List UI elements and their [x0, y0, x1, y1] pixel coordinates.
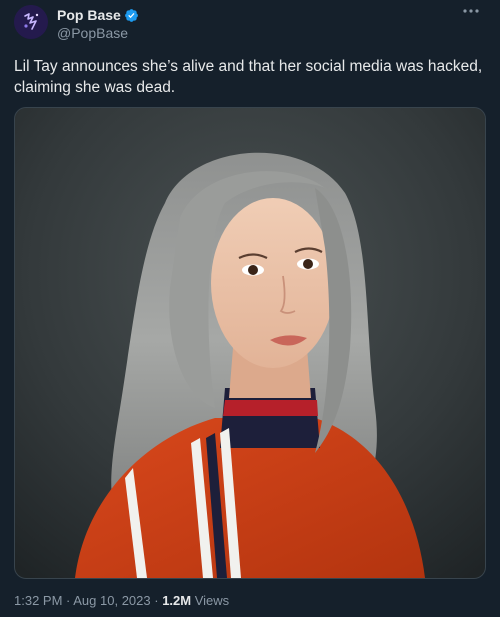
tweet-time[interactable]: 1:32 PM	[14, 593, 62, 608]
portrait-photo	[15, 108, 485, 578]
avatar[interactable]	[14, 5, 48, 39]
author-handle[interactable]: @PopBase	[57, 24, 128, 42]
tweet-meta: 1:32 PM · Aug 10, 2023 · 1.2M Views	[14, 592, 229, 610]
views-label: Views	[194, 593, 230, 608]
author-name-row[interactable]: Pop Base	[57, 6, 139, 24]
pop-base-logo-icon	[14, 5, 48, 39]
more-options-icon[interactable]	[460, 3, 482, 19]
tweet-date[interactable]: Aug 10, 2023	[73, 593, 150, 608]
meta-separator: ·	[62, 593, 74, 608]
author-display-name[interactable]: Pop Base	[57, 6, 121, 24]
meta-separator: ·	[150, 593, 163, 608]
tweet-text: Lil Tay announces she’s alive and that h…	[14, 58, 483, 96]
views-count[interactable]: 1.2M	[162, 593, 191, 608]
verified-badge-icon	[124, 8, 138, 22]
tweet-media-image[interactable]	[14, 107, 486, 579]
tweet-card: Pop Base @PopBase Lil Tay announces she’…	[0, 0, 500, 617]
